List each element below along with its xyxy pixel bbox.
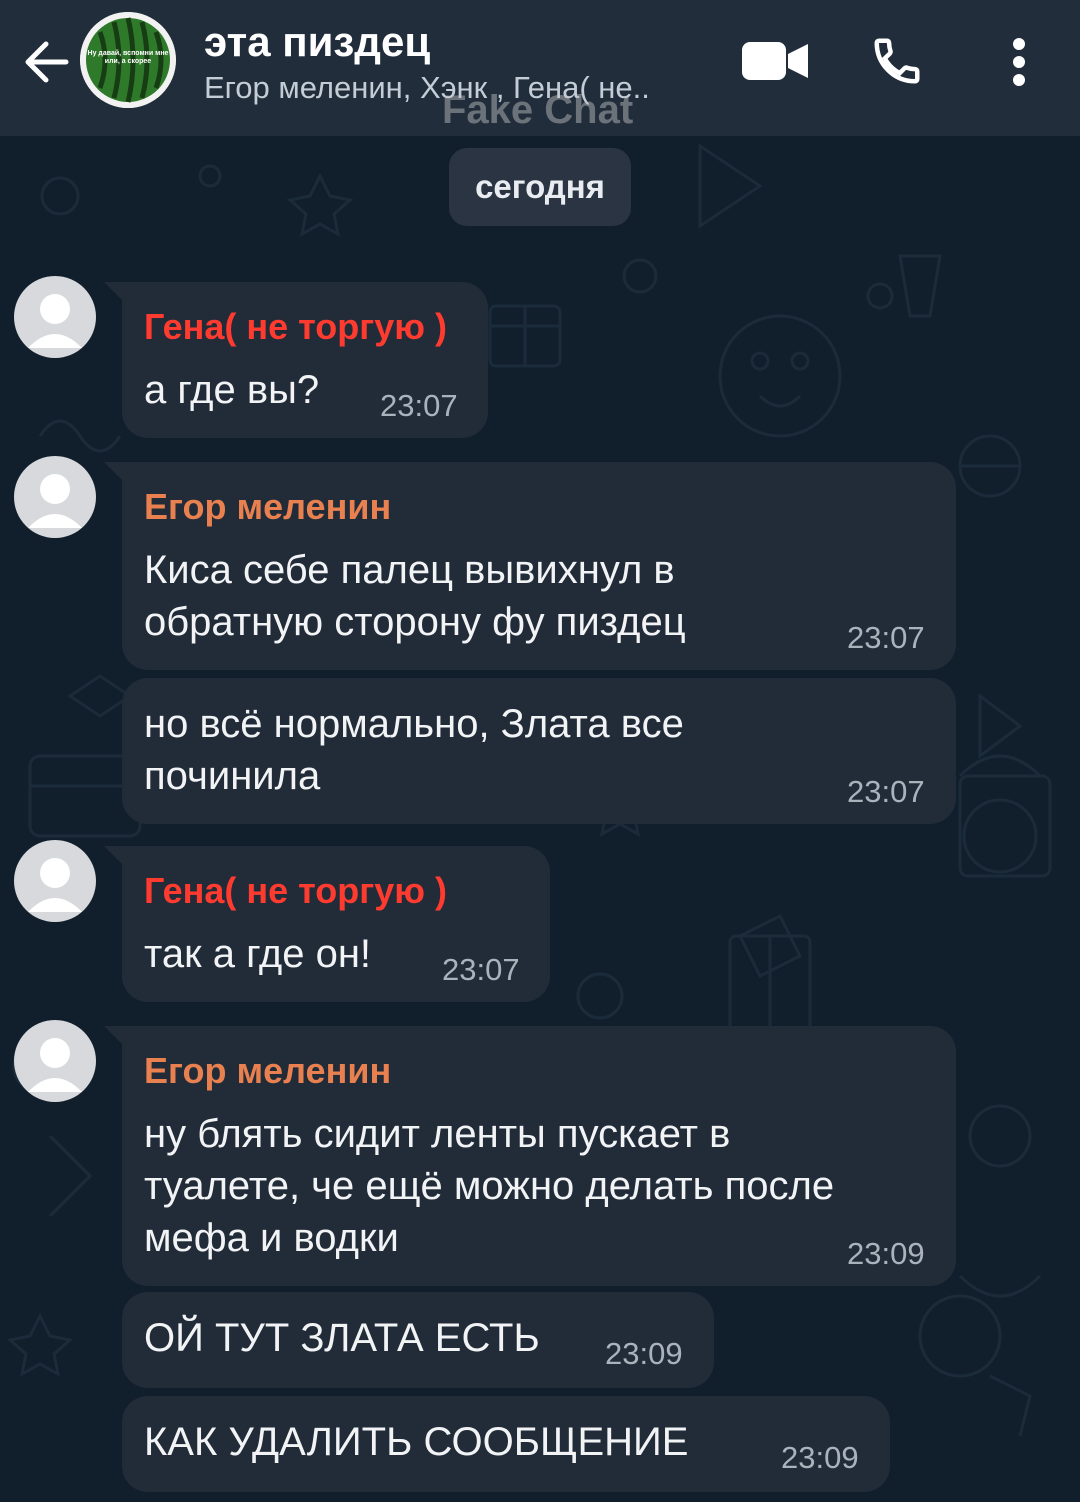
message-time: 23:07	[442, 952, 520, 987]
message-text: мефа и водки	[144, 1216, 399, 1260]
chat-title[interactable]: эта пиздец	[204, 18, 430, 66]
message-time: 23:07	[380, 388, 458, 423]
message-text: туалете, че ещё можно делать после	[144, 1164, 835, 1208]
more-vert-icon[interactable]	[1006, 36, 1032, 88]
sender-name[interactable]: Гена( не торгую )	[144, 870, 447, 912]
avatar[interactable]	[14, 456, 96, 538]
sender-name[interactable]: Гена( не торгую )	[144, 306, 447, 348]
message-text: Киса себе палец вывихнул в	[144, 548, 675, 592]
avatar[interactable]	[14, 1020, 96, 1102]
message-text: ну блять сидит ленты пускает в	[144, 1112, 731, 1156]
message-time: 23:09	[605, 1336, 683, 1371]
sender-name[interactable]: Егор меленин	[144, 486, 391, 528]
message-bubble[interactable]: ОЙ ТУТ ЗЛАТА ЕСТЬ 23:09	[122, 1292, 714, 1388]
message-text: починила	[144, 754, 321, 798]
user-placeholder-icon	[28, 1038, 82, 1092]
chat-header: Ну давай, вспомни мне или, а скорее эта …	[0, 0, 1080, 136]
message-text: КАК УДАЛИТЬ СООБЩЕНИЕ	[144, 1420, 689, 1464]
message-text: так а где он!	[144, 932, 372, 976]
date-separator: сегодня	[449, 148, 631, 226]
avatar-caption: Ну давай, вспомни мне или, а скорее	[87, 50, 169, 65]
user-placeholder-icon	[28, 474, 82, 528]
user-placeholder-icon	[28, 294, 82, 348]
message-bubble[interactable]: Гена( не торгую ) а где вы? 23:07	[104, 282, 488, 438]
sender-name[interactable]: Егор меленин	[144, 1050, 391, 1092]
video-camera-icon[interactable]	[742, 40, 808, 82]
message-bubble[interactable]: Егор меленин ну блять сидит ленты пускае…	[104, 1026, 956, 1286]
message-time: 23:09	[847, 1236, 925, 1271]
message-time: 23:09	[781, 1440, 859, 1475]
message-bubble[interactable]: но всё нормально, Злата все починила 23:…	[122, 678, 956, 824]
back-arrow-icon[interactable]	[22, 36, 74, 88]
avatar[interactable]	[14, 276, 96, 358]
group-avatar[interactable]: Ну давай, вспомни мне или, а скорее	[80, 12, 176, 108]
message-bubble[interactable]: Егор меленин Киса себе палец вывихнул в …	[104, 462, 956, 670]
message-time: 23:07	[847, 774, 925, 809]
message-text: ОЙ ТУТ ЗЛАТА ЕСТЬ	[144, 1316, 540, 1360]
message-text: а где вы?	[144, 368, 320, 412]
message-text: но всё нормально, Злата все	[144, 702, 684, 746]
avatar[interactable]	[14, 840, 96, 922]
phone-icon[interactable]	[870, 34, 924, 88]
user-placeholder-icon	[28, 858, 82, 912]
fake-chat-watermark: Fake Chat	[442, 88, 634, 132]
message-text: обратную сторону фу пиздец	[144, 600, 686, 644]
message-time: 23:07	[847, 620, 925, 655]
message-bubble[interactable]: Гена( не торгую ) так а где он! 23:07	[104, 846, 550, 1002]
message-bubble[interactable]: КАК УДАЛИТЬ СООБЩЕНИЕ 23:09	[122, 1396, 890, 1492]
